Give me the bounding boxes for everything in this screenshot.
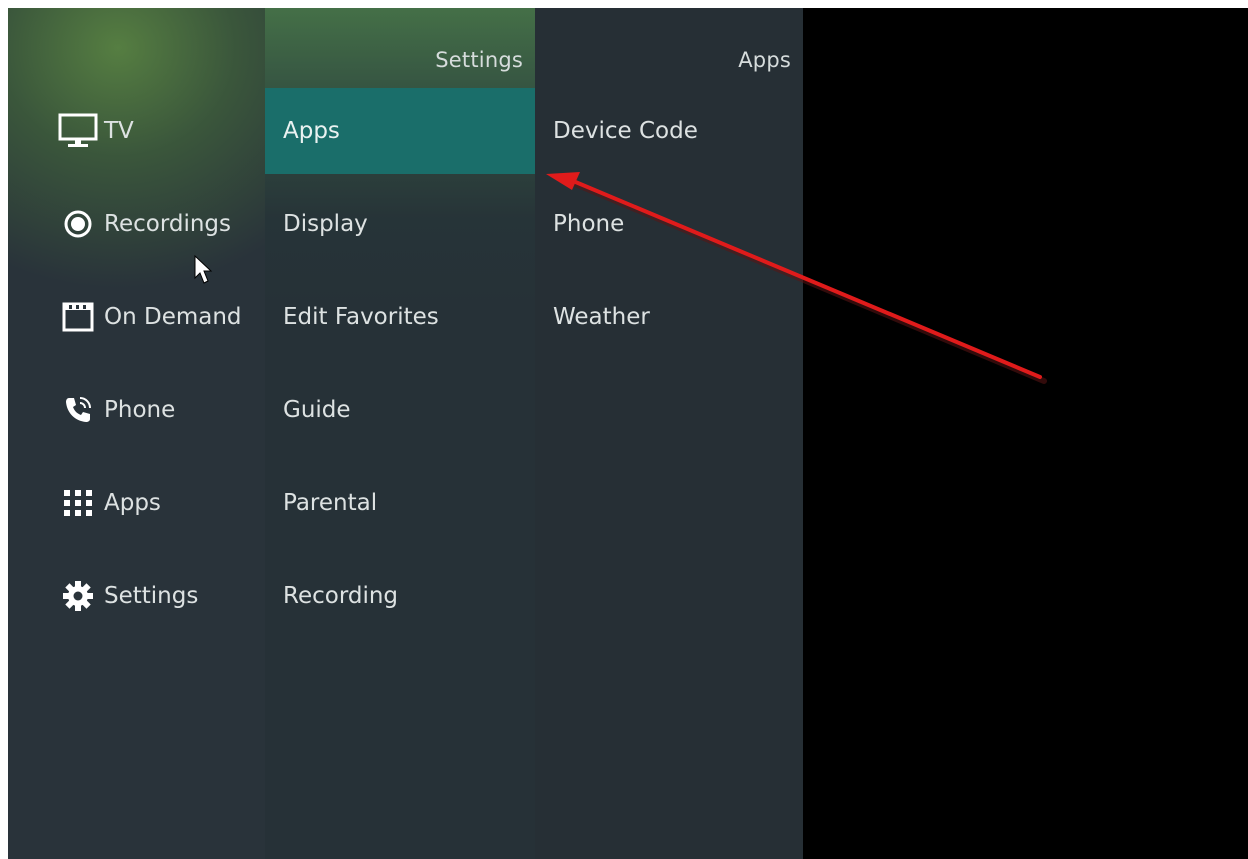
sidebar-item-label: TV — [104, 118, 134, 144]
settings-menu: Settings Apps Display Edit Favorites Gui… — [265, 8, 535, 859]
tv-menu-screen: TV Recordings On Demand Phone Apps Setti… — [8, 8, 1248, 859]
main-sidebar: TV Recordings On Demand Phone Apps Setti… — [8, 8, 265, 859]
calendar-icon — [58, 297, 98, 337]
settings-item-label: Apps — [283, 118, 340, 144]
tv-icon — [58, 111, 98, 151]
apps-menu: Apps Device Code Phone Weather — [535, 8, 803, 859]
settings-item-label: Recording — [283, 583, 399, 609]
sidebar-item-on-demand[interactable]: On Demand — [8, 274, 265, 360]
apps-item-phone[interactable]: Phone — [535, 181, 803, 267]
settings-item-label: Edit Favorites — [283, 304, 439, 330]
settings-item-label: Parental — [283, 490, 378, 516]
settings-item-label: Guide — [283, 397, 351, 423]
settings-item-edit-favorites[interactable]: Edit Favorites — [265, 274, 535, 360]
settings-item-apps[interactable]: Apps — [265, 88, 535, 174]
sidebar-item-settings[interactable]: Settings — [8, 553, 265, 639]
apps-item-weather[interactable]: Weather — [535, 274, 803, 360]
sidebar-item-label: On Demand — [104, 304, 242, 330]
sidebar-item-label: Phone — [104, 397, 176, 423]
settings-item-recording[interactable]: Recording — [265, 553, 535, 639]
settings-item-label: Display — [283, 211, 368, 237]
sidebar-item-label: Recordings — [104, 211, 232, 237]
sidebar-item-label: Apps — [104, 490, 161, 516]
grid-icon — [58, 483, 98, 523]
settings-item-display[interactable]: Display — [265, 181, 535, 267]
phone-icon — [58, 390, 98, 430]
sidebar-item-label: Settings — [104, 583, 199, 609]
apps-item-label: Phone — [553, 211, 625, 237]
apps-item-device-code[interactable]: Device Code — [535, 88, 803, 174]
sidebar-item-apps[interactable]: Apps — [8, 460, 265, 546]
settings-item-guide[interactable]: Guide — [265, 367, 535, 453]
corner-mark — [4, 18, 8, 20]
sidebar-item-recordings[interactable]: Recordings — [8, 181, 265, 267]
record-icon — [58, 204, 98, 244]
settings-menu-title: Settings — [435, 48, 523, 72]
apps-item-label: Device Code — [553, 118, 698, 144]
apps-item-label: Weather — [553, 304, 650, 330]
apps-menu-title: Apps — [738, 48, 791, 72]
sidebar-item-phone[interactable]: Phone — [8, 367, 265, 453]
settings-item-parental[interactable]: Parental — [265, 460, 535, 546]
gear-icon — [58, 576, 98, 616]
sidebar-item-tv[interactable]: TV — [8, 88, 265, 174]
